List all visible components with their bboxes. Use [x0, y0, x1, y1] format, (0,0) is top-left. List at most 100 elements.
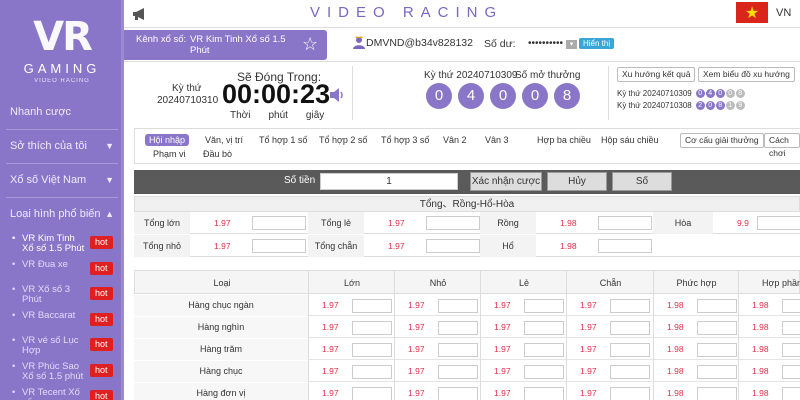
bet-amount-input[interactable]	[610, 365, 650, 379]
sidebar-game-item[interactable]: VR Tecent Xổ số hot	[0, 385, 124, 400]
tab-item[interactable]: Tổ hợp 2 số	[315, 134, 371, 146]
trend-result-button[interactable]: Xu hướng kết quả	[617, 67, 696, 82]
bet-amount-input[interactable]	[352, 365, 392, 379]
vietnam-flag-icon[interactable]: ★	[736, 2, 768, 23]
bet-amount-input[interactable]	[697, 365, 737, 379]
bet-amount-input[interactable]	[524, 387, 564, 400]
sidebar-game-item[interactable]: VR Kim Tinh Xổ số 1.5 Phút hot	[0, 231, 124, 257]
sidebar-item-quick-bet[interactable]: Nhanh cược	[0, 96, 124, 129]
bet-amount-input[interactable]	[697, 321, 737, 335]
bet-amount-input[interactable]	[524, 321, 564, 335]
tab-item[interactable]: Phạm vi	[149, 148, 190, 160]
bet-amount-input[interactable]	[598, 216, 652, 230]
tab-item[interactable]: Vân 3	[481, 134, 513, 146]
sidebar-game-label: VR Tecent Xổ số	[22, 388, 80, 400]
favorite-star-icon[interactable]: ☆	[302, 35, 318, 53]
result-ball: 4	[458, 83, 484, 109]
bet-amount-input[interactable]	[352, 343, 392, 357]
bet-odds: 1.97	[388, 218, 405, 228]
sidebar-game-label: VR Phúc Sao Xổ số 1.5 phút	[22, 362, 84, 382]
bet-amount-input[interactable]	[438, 387, 478, 400]
bet-amount-input[interactable]	[252, 216, 306, 230]
bet-amount-input[interactable]	[524, 299, 564, 313]
history-ball: 2	[695, 101, 705, 110]
bet-odds: 1.98	[667, 366, 684, 376]
sidebar-item-popular[interactable]: Loại hình phổ biến ▲	[0, 198, 124, 231]
bet-odds: 1.97	[580, 322, 597, 332]
show-balance-button[interactable]: Hiển thị	[579, 38, 615, 49]
hot-badge: hot	[90, 262, 113, 275]
sidebar-game-item[interactable]: VR Baccarat hot	[0, 308, 124, 333]
bet-amount-input[interactable]	[782, 387, 800, 400]
balance-dropdown-icon[interactable]: ▾	[566, 40, 577, 49]
cancel-button[interactable]: Hủy	[547, 172, 607, 191]
countdown-timer: 00:00:23	[222, 79, 331, 109]
sidebar-item-label: Nhanh cược	[10, 106, 72, 118]
bet-amount-input[interactable]	[782, 299, 800, 313]
bet-amount-input[interactable]	[697, 387, 737, 400]
bet-amount-input[interactable]	[697, 343, 737, 357]
bet-amount-input[interactable]	[352, 387, 392, 400]
bet-amount-input[interactable]	[438, 343, 478, 357]
language-selector[interactable]: VN	[776, 7, 791, 19]
tab-item[interactable]: Hội nhập	[145, 134, 190, 146]
bet-amount-input[interactable]	[352, 299, 392, 313]
tab-item[interactable]: Văn, vị trí	[201, 134, 247, 146]
bet-amount-input[interactable]	[352, 321, 392, 335]
confirm-bet-button[interactable]: Xác nhận cược	[470, 172, 542, 191]
bet-amount-input[interactable]	[782, 321, 800, 335]
bet-amount-input[interactable]	[610, 387, 650, 400]
bet-odds: 1.97	[408, 388, 425, 398]
logo[interactable]: VR GAMING VIDEO RACING	[0, 0, 124, 96]
bet-amount-input[interactable]	[438, 321, 478, 335]
prize-structure-button[interactable]: Cơ cấu giải thưởng	[680, 133, 764, 148]
bet-amount-input[interactable]	[610, 299, 650, 313]
how-to-play-button[interactable]: Cách chơi	[764, 133, 800, 158]
amount-bar: Số tiền Xác nhận cược Hủy Số	[134, 170, 800, 194]
bet-odds: 1.98	[560, 241, 577, 251]
bet-amount-input[interactable]	[438, 299, 478, 313]
sidebar-game-item[interactable]: VR vé số Lục Hợp hot	[0, 333, 124, 359]
bet-amount-input[interactable]	[438, 365, 478, 379]
tab-item[interactable]: Hợp ba chiều	[533, 134, 595, 146]
bet-amount-input[interactable]	[757, 216, 800, 230]
result-ball: 0	[426, 83, 452, 109]
sidebar-game-item[interactable]: VR Đua xe hot	[0, 257, 124, 282]
sidebar-item-label: Xổ số Việt Nam	[10, 174, 87, 186]
tab-item[interactable]: Tổ hợp 1 số	[255, 134, 311, 146]
column-header: Hợp phần	[762, 278, 800, 288]
sidebar-game-item[interactable]: VR Phúc Sao Xổ số 1.5 phút hot	[0, 359, 124, 385]
hot-badge: hot	[90, 313, 113, 326]
bet-amount-input[interactable]	[426, 216, 480, 230]
trend-chart-button[interactable]: Xem biểu đồ xu hướng	[698, 67, 795, 82]
bet-amount-input[interactable]	[524, 365, 564, 379]
amount-input[interactable]	[320, 173, 458, 190]
column-header: Lẻ	[518, 278, 529, 288]
bet-amount-input[interactable]	[598, 239, 652, 253]
bet-amount-input[interactable]	[610, 343, 650, 357]
speaker-icon[interactable]	[328, 86, 346, 104]
megaphone-icon[interactable]	[132, 7, 148, 21]
minutes-unit: phút	[268, 110, 288, 121]
number-button[interactable]: Số	[612, 172, 672, 191]
tab-item[interactable]: Hộp sáu chiều	[597, 134, 663, 146]
bet-amount-input[interactable]	[697, 299, 737, 313]
sidebar-game-item[interactable]: VR Xổ số 3 Phút hot	[0, 282, 124, 308]
bet-amount-input[interactable]	[426, 239, 480, 253]
logo-vr-mark: VR	[33, 13, 93, 60]
history-row: Kỳ thứ 20240710308 2 0 8 1 9	[617, 101, 745, 110]
sidebar-item-favorites[interactable]: Sở thích của tôi ▼	[0, 130, 124, 163]
bet-amount-input[interactable]	[252, 239, 306, 253]
bet-name: Tổng chẵn	[308, 235, 364, 257]
bet-odds: 1.97	[408, 300, 425, 310]
bet-amount-input[interactable]	[610, 321, 650, 335]
bet-amount-input[interactable]	[782, 365, 800, 379]
tab-item[interactable]: Tổ hợp 3 số	[377, 134, 433, 146]
flag-star-icon: ★	[744, 4, 760, 22]
tab-item[interactable]: Vân 2	[439, 134, 471, 146]
bet-amount-input[interactable]	[524, 343, 564, 357]
tab-item[interactable]: Đầu bò	[199, 148, 236, 160]
bet-amount-input[interactable]	[782, 343, 800, 357]
table-row: Tổng nhỏ 1.97 Tổng chẵn 1.97 Hổ 1.98	[134, 235, 800, 257]
sidebar-item-vietnam-lottery[interactable]: Xổ số Việt Nam ▼	[0, 164, 124, 197]
